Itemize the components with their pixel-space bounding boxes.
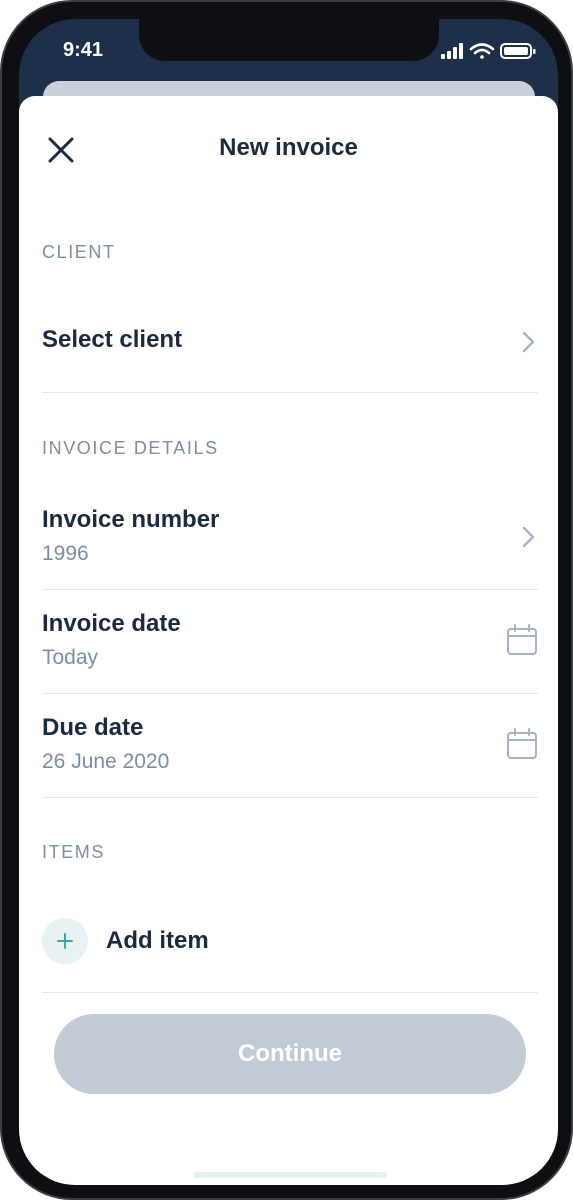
wifi-icon [469,43,495,59]
select-client-row[interactable]: Select client [42,288,538,393]
select-client-label: Select client [42,326,183,353]
chevron-right-icon [522,331,535,353]
client-section-label: CLIENT [42,242,116,262]
invoice-details-section-label: INVOICE DETAILS [42,438,219,458]
add-item-label: Add item [106,927,209,954]
home-indicator [193,1172,387,1178]
due-date-label: Due date [42,714,144,741]
notch [139,19,439,61]
calendar-icon [507,728,537,759]
page-title: New invoice [219,134,358,161]
battery-icon [500,43,536,59]
add-item-row[interactable]: Add item [42,894,538,993]
invoice-number-row[interactable]: Invoice number 1996 [42,486,538,590]
calendar-icon [507,624,537,655]
invoice-date-value: Today [42,646,99,669]
add-item-button[interactable] [42,918,88,964]
cellular-signal-icon [441,43,463,59]
items-section-label: ITEMS [42,842,106,862]
status-time: 9:41 [63,39,104,61]
invoice-number-value: 1996 [42,542,89,565]
invoice-sheet: New invoice CLIENT Select client INVOICE… [19,96,558,1185]
continue-button[interactable]: Continue [54,1014,526,1094]
status-icons [441,41,541,61]
invoice-date-label: Invoice date [42,610,181,637]
due-date-value: 26 June 2020 [42,750,170,773]
due-date-row[interactable]: Due date 26 June 2020 [42,694,538,798]
invoice-date-row[interactable]: Invoice date Today [42,590,538,694]
phone-frame: 9:41 New invoice CLIENT Select client IN… [0,0,573,1200]
screen: 9:41 New invoice CLIENT Select client IN… [19,19,558,1185]
plus-icon [57,933,73,949]
invoice-number-label: Invoice number [42,506,220,533]
chevron-right-icon [522,526,535,548]
